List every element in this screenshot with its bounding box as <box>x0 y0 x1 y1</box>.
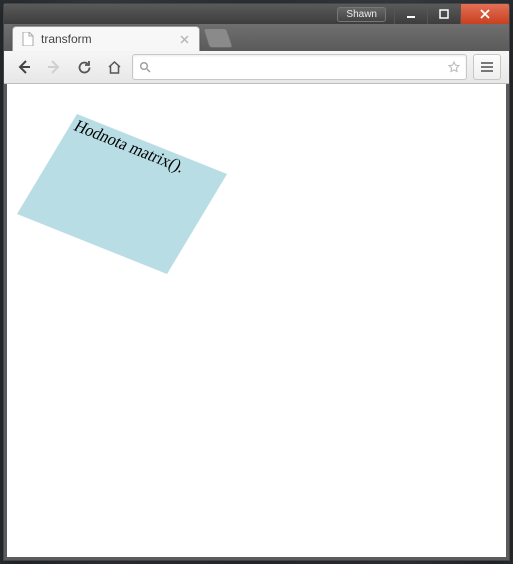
tab-title: transform <box>41 32 171 46</box>
minimize-icon <box>405 8 417 20</box>
menu-button[interactable] <box>473 54 501 80</box>
tab-active[interactable]: transform <box>12 26 200 51</box>
user-badge[interactable]: Shawn <box>337 7 386 22</box>
arrow-left-icon <box>16 59 32 75</box>
minimize-button[interactable] <box>394 4 427 24</box>
maximize-icon <box>438 8 450 20</box>
window-titlebar[interactable]: Shawn <box>4 4 509 24</box>
toolbar <box>4 51 509 84</box>
box-text: Hodnota matrix(). <box>70 118 188 177</box>
bookmark-star-icon[interactable] <box>448 61 460 73</box>
transformed-box: Hodnota matrix(). <box>17 114 227 274</box>
page-content: Hodnota matrix(). <box>4 84 509 560</box>
file-icon <box>21 32 35 46</box>
omnibox-input[interactable] <box>157 59 442 75</box>
close-icon <box>180 35 189 44</box>
reload-button[interactable] <box>72 55 96 79</box>
hamburger-icon <box>480 61 494 73</box>
new-tab-button[interactable] <box>203 28 233 48</box>
back-button[interactable] <box>12 55 36 79</box>
tab-strip: transform <box>4 24 509 51</box>
search-icon <box>139 61 151 73</box>
close-button[interactable] <box>460 4 509 24</box>
tab-close-button[interactable] <box>177 32 191 46</box>
home-icon <box>107 60 122 75</box>
browser-window: Shawn transform <box>3 3 510 561</box>
arrow-right-icon <box>46 59 62 75</box>
home-button[interactable] <box>102 55 126 79</box>
omnibox[interactable] <box>132 54 467 80</box>
close-icon <box>479 8 491 20</box>
forward-button[interactable] <box>42 55 66 79</box>
maximize-button[interactable] <box>427 4 460 24</box>
reload-icon <box>77 60 92 75</box>
